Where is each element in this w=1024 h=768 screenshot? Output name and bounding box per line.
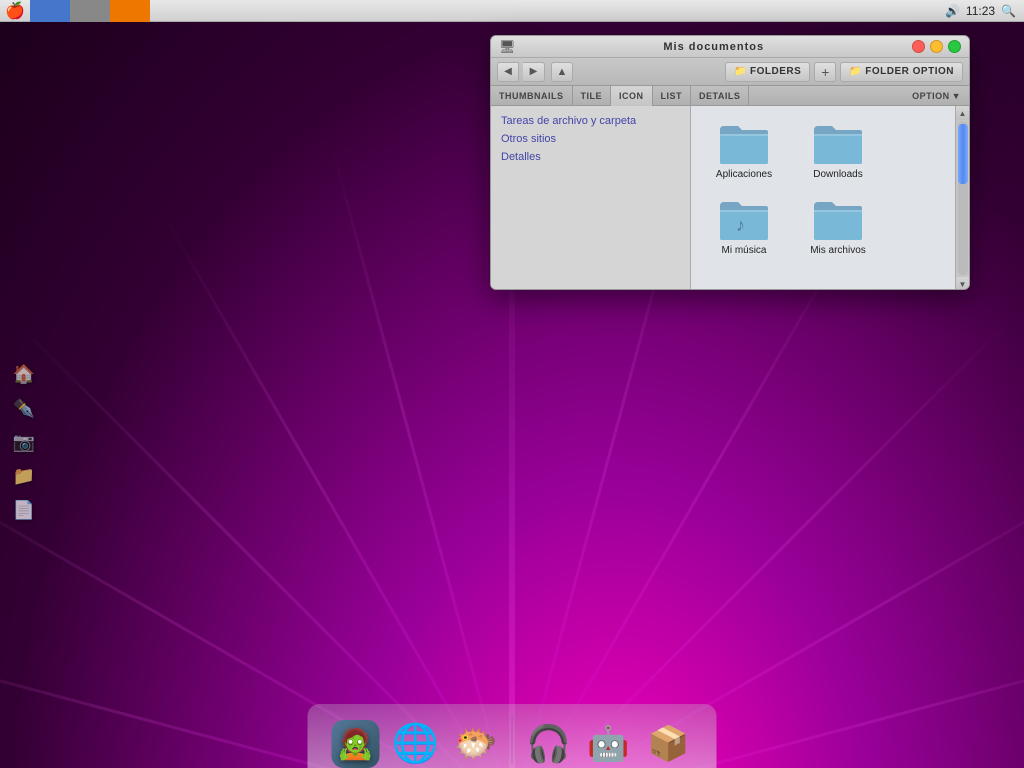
scroll-up-button[interactable]: ▲: [956, 106, 970, 120]
tab-list[interactable]: LIST: [653, 86, 692, 106]
dock-item-headphones[interactable]: 🎧: [521, 708, 577, 768]
maximize-button[interactable]: [948, 40, 961, 53]
panel-item-sites[interactable]: Otros sitios: [501, 130, 680, 148]
dock-item-fish[interactable]: 🐡: [448, 708, 504, 768]
file-item-downloads[interactable]: Downloads: [793, 114, 883, 186]
tab-details[interactable]: DETAILS: [691, 86, 749, 106]
sidebar-icon-camera[interactable]: 📷: [10, 428, 38, 456]
file-label-aplicaciones: Aplicaciones: [716, 169, 772, 180]
menubar-left: 🍎: [0, 0, 150, 22]
window-icon: 🖥: [499, 39, 516, 55]
dock-icon-box: 📦: [645, 720, 693, 768]
option-button[interactable]: OPTION ▼: [904, 91, 969, 101]
window-content: Tareas de archivo y carpeta Otros sitios…: [491, 106, 969, 290]
menubar-btn-orange[interactable]: [110, 0, 150, 22]
panel-item-details[interactable]: Detalles: [501, 148, 680, 166]
window-title: Mis documentos: [516, 41, 912, 53]
up-button[interactable]: ▲: [551, 62, 573, 82]
dock-divider: [512, 714, 513, 764]
dock-item-chrome[interactable]: 🌐: [388, 708, 444, 768]
apple-icon: 🍎: [5, 1, 25, 21]
svg-text:♪: ♪: [736, 215, 745, 235]
dock-item-box[interactable]: 📦: [641, 708, 697, 768]
folder-icon-aplicaciones: [718, 120, 770, 166]
sidebar-icon-home[interactable]: 🏠: [10, 360, 38, 388]
file-label-downloads: Downloads: [813, 169, 862, 180]
view-tabs: THUMBNAILS TILE ICON LIST DETAILS OPTION…: [491, 86, 969, 106]
sidebar-icon-file[interactable]: 📄: [10, 496, 38, 524]
dock-item-robot[interactable]: 🤖: [581, 708, 637, 768]
sidebar-icon-pen[interactable]: ✒️: [10, 394, 38, 422]
file-label-archivos: Mis archivos: [810, 245, 866, 256]
scroll-track: [958, 122, 968, 275]
panel-item-tasks[interactable]: Tareas de archivo y carpeta: [501, 112, 680, 130]
dock-icon-headphones: 🎧: [525, 720, 573, 768]
apple-menu[interactable]: 🍎: [0, 0, 30, 22]
forward-button[interactable]: ▶: [523, 62, 545, 82]
dock-icon-chrome: 🌐: [392, 720, 440, 768]
scroll-down-button[interactable]: ▼: [956, 277, 970, 290]
folder-icon-downloads: [812, 120, 864, 166]
folders-button[interactable]: 📁 FOLDERS: [725, 62, 810, 82]
chevron-down-icon: ▼: [952, 91, 961, 101]
tab-tile[interactable]: TILE: [573, 86, 612, 106]
tab-thumbnails[interactable]: THUMBNAILS: [491, 86, 573, 106]
titlebar: 🖥 Mis documentos: [491, 36, 969, 58]
left-panel: Tareas de archivo y carpeta Otros sitios…: [491, 106, 691, 290]
window-controls: [912, 40, 961, 53]
menubar-btn-gray[interactable]: [70, 0, 110, 22]
folder-icon-archivos: [812, 196, 864, 242]
file-item-aplicaciones[interactable]: Aplicaciones: [699, 114, 789, 186]
file-item-musica[interactable]: ♪ Mi música: [699, 190, 789, 262]
menubar-time: 11:23: [966, 4, 995, 18]
file-grid: Aplicaciones Downloads: [691, 106, 955, 290]
scroll-thumb[interactable]: [958, 124, 968, 184]
folder-icon-musica: ♪: [718, 196, 770, 242]
scrollbar: ▲ ▼: [955, 106, 969, 290]
folder-option-icon: 📁: [849, 66, 862, 77]
file-item-archivos[interactable]: Mis archivos: [793, 190, 883, 262]
dock-item-monster[interactable]: 🧟: [328, 708, 384, 768]
back-button[interactable]: ◀: [497, 62, 519, 82]
add-button[interactable]: +: [814, 62, 836, 82]
menubar-right: 🔊 11:23 🔍: [945, 4, 1024, 18]
sidebar-icon-folder[interactable]: 📁: [10, 462, 38, 490]
folders-icon: 📁: [734, 66, 747, 77]
volume-icon: 🔊: [945, 4, 960, 18]
menubar: 🍎 🔊 11:23 🔍: [0, 0, 1024, 22]
dock-icon-fish: 🐡: [452, 720, 500, 768]
toolbar: ◀ ▶ ▲ 📁 FOLDERS + 📁 FOLDER OPTION: [491, 58, 969, 86]
tab-icon[interactable]: ICON: [611, 86, 653, 106]
folder-option-button[interactable]: 📁 FOLDER OPTION: [840, 62, 963, 82]
minimize-button[interactable]: [930, 40, 943, 53]
dock-icon-robot: 🤖: [585, 720, 633, 768]
search-icon[interactable]: 🔍: [1001, 4, 1016, 18]
file-manager-window: 🖥 Mis documentos ◀ ▶ ▲ 📁 FOLDERS + 📁 FOL…: [490, 35, 970, 290]
sidebar-icons: 🏠 ✒️ 📷 📁 📄: [10, 360, 38, 524]
file-label-musica: Mi música: [721, 245, 766, 256]
close-button[interactable]: [912, 40, 925, 53]
dock-icon-monster: 🧟: [332, 720, 380, 768]
menubar-btn-blue[interactable]: [30, 0, 70, 22]
dock: 🧟 🌐 🐡 🎧 🤖 📦: [308, 704, 717, 768]
